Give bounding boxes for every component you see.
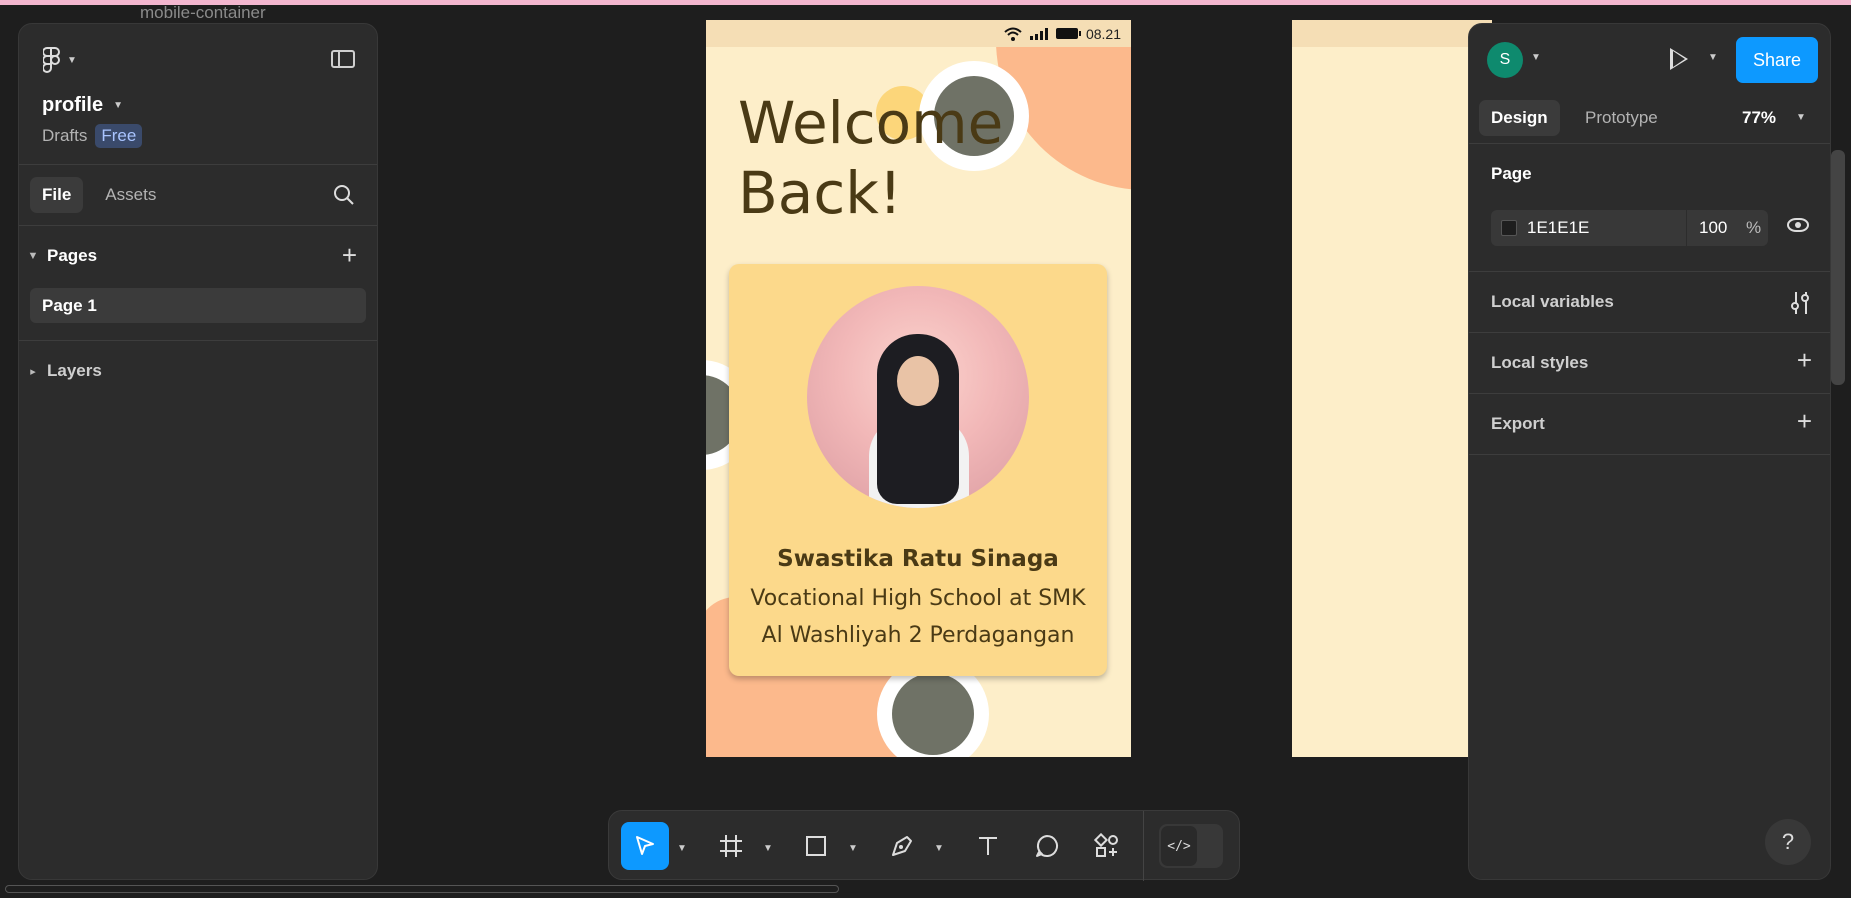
drafts-label[interactable]: Drafts xyxy=(42,126,87,146)
tab-file[interactable]: File xyxy=(30,177,84,213)
variables-sliders-icon[interactable] xyxy=(1791,292,1810,314)
local-styles-label: Local styles xyxy=(1491,353,1589,372)
toolbar-divider xyxy=(1143,811,1144,881)
profile-name: Swastika Ratu Sinaga xyxy=(777,546,1059,572)
share-button[interactable]: Share xyxy=(1736,37,1818,83)
help-button[interactable]: ? xyxy=(1765,819,1811,865)
frame-icon xyxy=(720,835,742,857)
chevron-down-icon[interactable]: ▼ xyxy=(677,843,687,854)
window-top-strip xyxy=(0,0,1851,5)
pages-section: ▼ Pages + Page 1 xyxy=(19,226,377,341)
chevron-down-icon[interactable]: ▼ xyxy=(848,843,858,854)
shape-tool-button[interactable] xyxy=(792,822,840,870)
pen-icon xyxy=(892,836,912,856)
rectangle-icon xyxy=(806,836,826,856)
frame-label[interactable]: mobile-container xyxy=(140,3,266,23)
welcome-line-2: Back! xyxy=(738,159,903,227)
vertical-scrollbar[interactable] xyxy=(1831,150,1845,385)
color-hex-value[interactable]: 1E1E1E xyxy=(1527,218,1589,238)
comment-tool-button[interactable] xyxy=(1023,822,1071,870)
photo-figure-face xyxy=(897,356,939,406)
page-color-field[interactable]: 1E1E1E 100 % xyxy=(1491,210,1768,246)
move-tool-button[interactable] xyxy=(621,822,669,870)
profile-school: Vocational High School at SMK Al Washliy… xyxy=(750,586,1086,648)
avatar[interactable]: S xyxy=(1487,42,1523,78)
file-header: ▼ profile ▼ Drafts Free xyxy=(19,24,377,165)
chevron-down-icon[interactable]: ▼ xyxy=(763,843,773,854)
eye-icon[interactable] xyxy=(1787,218,1809,232)
wifi-icon xyxy=(1004,27,1022,41)
welcome-line-1: Welcome xyxy=(738,89,1004,157)
color-swatch[interactable] xyxy=(1501,220,1517,236)
export-row[interactable]: Export + xyxy=(1469,394,1830,455)
profile-card[interactable]: Swastika Ratu Sinaga Vocational High Sch… xyxy=(729,264,1107,676)
text-icon xyxy=(979,837,997,855)
chevron-down-icon: ▼ xyxy=(113,100,124,111)
field-divider xyxy=(1686,210,1687,246)
local-variables-row[interactable]: Local variables xyxy=(1469,272,1830,333)
local-variables-label: Local variables xyxy=(1491,292,1614,311)
comment-icon xyxy=(1036,835,1058,857)
file-name-label: profile xyxy=(42,94,104,116)
status-bar-2 xyxy=(1292,20,1492,47)
pen-tool-button[interactable] xyxy=(878,822,926,870)
figma-logo-icon xyxy=(43,47,60,73)
text-tool-button[interactable] xyxy=(964,822,1012,870)
mobile-frame[interactable]: 08.21 Welcome Back! Swastika Ratu Sinaga… xyxy=(706,20,1131,757)
tab-prototype[interactable]: Prototype xyxy=(1573,100,1670,136)
chevron-right-icon: ▸ xyxy=(30,365,36,378)
add-export-icon[interactable]: + xyxy=(1797,408,1812,434)
layers-section: ▸ Layers xyxy=(19,341,377,401)
main-menu-button[interactable]: ▼ xyxy=(43,47,77,73)
horizontal-scrollbar[interactable] xyxy=(5,885,839,893)
bottom-toolbar: ▼ ▼ ▼ ▼ </> xyxy=(608,810,1240,881)
frame-tool-button[interactable] xyxy=(707,822,755,870)
page-item[interactable]: Page 1 xyxy=(30,288,366,323)
profile-photo xyxy=(807,286,1029,508)
right-panel: S ▼ ▼ Share Design Prototype 77% ▼ Page … xyxy=(1468,23,1831,880)
welcome-heading: Welcome Back! xyxy=(738,88,1003,228)
percent-label: % xyxy=(1746,218,1762,237)
signal-icon xyxy=(1029,27,1048,40)
local-styles-row[interactable]: Local styles + xyxy=(1469,333,1830,394)
chevron-down-icon: ▼ xyxy=(67,54,77,66)
status-bar: 08.21 xyxy=(706,20,1131,47)
tab-assets[interactable]: Assets xyxy=(93,177,168,213)
add-style-icon[interactable]: + xyxy=(1797,347,1812,373)
mobile-frame-2[interactable] xyxy=(1292,20,1492,757)
present-play-icon[interactable] xyxy=(1670,48,1688,70)
chevron-down-icon[interactable]: ▼ xyxy=(934,843,944,854)
tab-design[interactable]: Design xyxy=(1479,100,1560,136)
page-properties: Page 1E1E1E 100 % xyxy=(1469,144,1830,272)
plan-badge[interactable]: Free xyxy=(95,124,143,148)
pages-header[interactable]: ▼ Pages xyxy=(27,246,98,266)
file-name[interactable]: profile ▼ xyxy=(42,94,123,117)
chevron-down-icon[interactable]: ▼ xyxy=(1796,112,1806,123)
search-icon[interactable] xyxy=(333,184,355,206)
chevron-down-icon: ▼ xyxy=(27,250,39,262)
layers-title: Layers xyxy=(47,361,102,380)
left-panel-tabs: File Assets xyxy=(19,165,377,226)
cursor-icon xyxy=(636,836,654,855)
sidebar-toggle-icon[interactable] xyxy=(331,50,355,68)
code-icon: </> xyxy=(1161,826,1197,866)
add-page-button[interactable]: + xyxy=(342,242,357,268)
actions-icon xyxy=(1094,833,1118,857)
export-label: Export xyxy=(1491,414,1545,433)
chevron-down-icon[interactable]: ▼ xyxy=(1708,52,1718,63)
actions-tool-button[interactable] xyxy=(1083,822,1131,870)
battery-icon xyxy=(1055,28,1081,39)
right-panel-header: S ▼ ▼ Share Design Prototype 77% ▼ xyxy=(1469,24,1830,144)
chevron-down-icon[interactable]: ▼ xyxy=(1531,52,1541,63)
left-panel: ▼ profile ▼ Drafts Free File Assets ▼ Pa… xyxy=(18,23,378,880)
dev-mode-toggle[interactable]: </> xyxy=(1159,824,1223,868)
status-time: 08.21 xyxy=(1085,25,1121,42)
page-section-title: Page xyxy=(1491,164,1532,183)
layers-header[interactable]: ▸ Layers xyxy=(27,361,102,381)
pages-title: Pages xyxy=(47,246,98,265)
file-location: Drafts Free xyxy=(42,124,143,148)
zoom-level[interactable]: 77% xyxy=(1742,108,1776,128)
color-opacity-value[interactable]: 100 xyxy=(1699,218,1727,238)
